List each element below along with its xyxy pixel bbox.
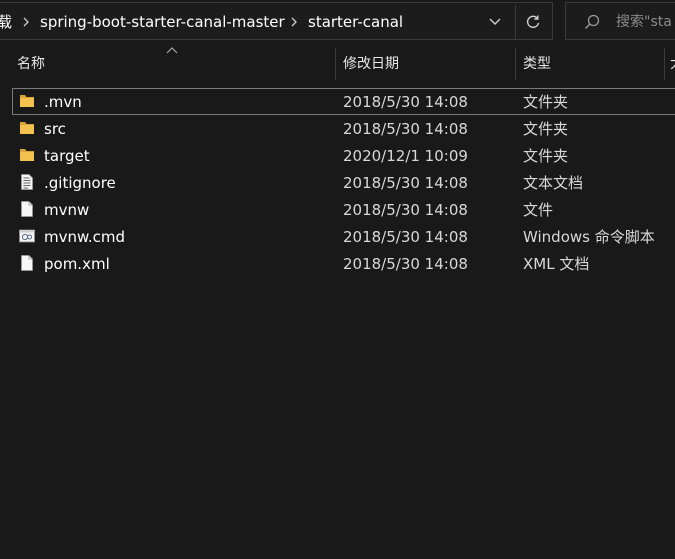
folder-icon [20, 122, 34, 134]
column-divider[interactable] [664, 48, 665, 80]
breadcrumb-item-current[interactable]: starter-canal [308, 13, 403, 31]
column-divider[interactable] [515, 48, 516, 80]
history-dropdown-button[interactable] [481, 5, 509, 39]
list-item[interactable]: mvnw 2018/5/30 14:08 文件 [12, 196, 675, 223]
folder-icon [20, 149, 34, 161]
blank-file-icon [21, 201, 33, 217]
address-divider [515, 5, 516, 39]
list-item[interactable]: pom.xml 2018/5/30 14:08 XML 文档 [12, 250, 675, 277]
refresh-button[interactable] [519, 5, 547, 39]
text-document-icon [21, 174, 33, 190]
list-item[interactable]: src 2018/5/30 14:08 文件夹 [12, 115, 675, 142]
file-modified: 2018/5/30 14:08 [343, 228, 468, 246]
file-name: .gitignore [44, 174, 116, 192]
chevron-right-icon[interactable] [21, 17, 31, 27]
file-name: src [44, 120, 66, 138]
folder-icon [20, 95, 34, 107]
file-type: Windows 命令脚本 [523, 228, 655, 246]
file-modified: 2018/5/30 14:08 [343, 93, 468, 111]
file-name: target [44, 147, 90, 165]
list-item[interactable]: .gitignore 2018/5/30 14:08 文本文档 [12, 169, 675, 196]
file-name: mvnw.cmd [44, 228, 126, 246]
breadcrumb-item[interactable]: spring-boot-starter-canal-master [40, 13, 285, 31]
chevron-down-icon [489, 18, 501, 25]
chevron-right-icon[interactable] [289, 17, 299, 27]
file-modified: 2018/5/30 14:08 [343, 255, 468, 273]
column-type-header[interactable]: 类型 [523, 56, 551, 73]
search-input[interactable]: 搜索"sta [616, 13, 672, 31]
file-name: pom.xml [44, 255, 110, 273]
column-header: 名称 修改日期 类型 大 [0, 44, 675, 84]
file-modified: 2018/5/30 14:08 [343, 174, 468, 192]
column-divider[interactable] [335, 48, 336, 80]
file-type: 文件 [523, 201, 554, 219]
column-name-header[interactable]: 名称 [17, 56, 45, 73]
blank-file-icon [21, 255, 33, 271]
list-item[interactable]: target 2020/12/1 10:09 文件夹 [12, 142, 675, 169]
file-modified: 2018/5/30 14:08 [343, 201, 468, 219]
file-modified: 2020/12/1 10:09 [343, 147, 468, 165]
list-item[interactable]: .mvn 2018/5/30 14:08 文件夹 [12, 88, 675, 115]
command-script-icon [19, 229, 35, 243]
list-item[interactable]: mvnw.cmd 2018/5/30 14:08 Windows 命令脚本 [12, 223, 675, 250]
column-size-header[interactable]: 大 [670, 56, 675, 73]
file-name: .mvn [44, 93, 82, 111]
search-box[interactable]: 搜索"sta [565, 2, 675, 40]
column-modified-header[interactable]: 修改日期 [343, 56, 399, 73]
file-type: 文本文档 [523, 174, 584, 192]
refresh-icon [526, 15, 540, 29]
breadcrumb-item[interactable]: 载 [0, 13, 12, 31]
sort-ascending-icon [166, 47, 178, 54]
navigation-bar: 载 spring-boot-starter-canal-master start… [0, 0, 675, 44]
file-name: mvnw [44, 201, 90, 219]
file-type: XML 文档 [523, 255, 590, 273]
file-modified: 2018/5/30 14:08 [343, 120, 468, 138]
search-icon [585, 14, 600, 29]
file-type: 文件夹 [523, 120, 569, 138]
file-type: 文件夹 [523, 147, 569, 165]
file-type: 文件夹 [523, 93, 569, 111]
address-bar[interactable]: 载 spring-boot-starter-canal-master start… [0, 2, 553, 40]
